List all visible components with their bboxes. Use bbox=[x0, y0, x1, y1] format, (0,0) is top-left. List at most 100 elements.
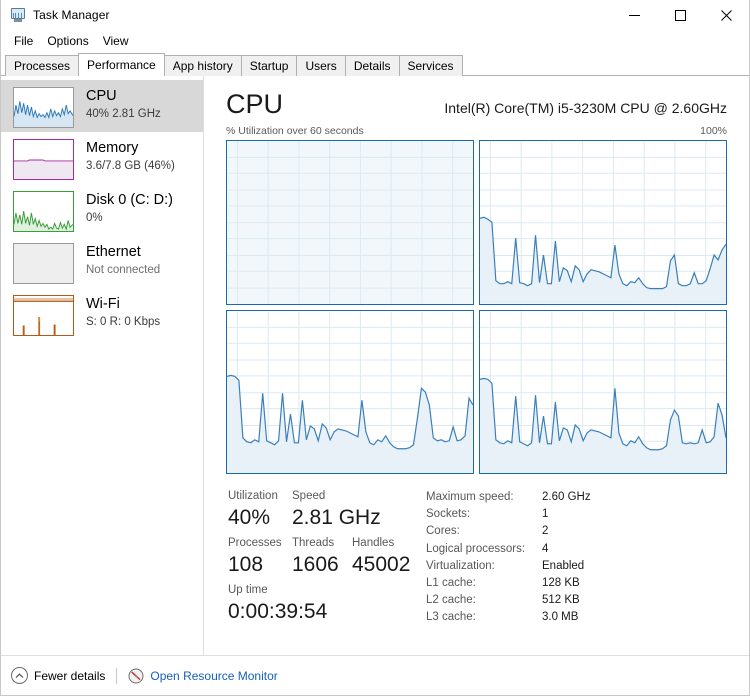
sidebar-item-ethernet[interactable]: Ethernet Not connected bbox=[1, 236, 203, 288]
minimize-button[interactable] bbox=[611, 0, 657, 30]
tab-services[interactable]: Services bbox=[398, 55, 463, 76]
cpu-detail-panel: CPU Intel(R) Core(TM) i5-3230M CPU @ 2.6… bbox=[204, 76, 749, 655]
processes-stat: Processes 108 bbox=[228, 535, 292, 578]
sidebar-item-label: Memory bbox=[86, 140, 139, 156]
processes-value: 108 bbox=[228, 553, 264, 576]
main-body: CPU 40% 2.81 GHz Memory 3.6/7.8 GB (46%) bbox=[1, 76, 749, 655]
wifi-thumbnail-icon bbox=[13, 295, 74, 336]
spec-row: Virtualization: Enabled bbox=[426, 558, 727, 575]
open-resource-monitor-label: Open Resource Monitor bbox=[150, 668, 278, 683]
resource-sidebar: CPU 40% 2.81 GHz Memory 3.6/7.8 GB (46%) bbox=[1, 76, 204, 655]
uptime-value: 0:00:39:54 bbox=[228, 600, 328, 623]
cpu-specs-list: Maximum speed: 2.60 GHz Sockets: 1 Cores… bbox=[414, 488, 727, 627]
statusbar: Fewer details Open Resource Monitor bbox=[1, 655, 749, 695]
sidebar-item-sublabel: 40% 2.81 GHz bbox=[86, 108, 161, 120]
spec-key: L1 cache: bbox=[426, 577, 476, 590]
sidebar-wifi-text: Wi-Fi S: 0 R: 0 Kbps bbox=[86, 294, 160, 330]
resource-monitor-icon bbox=[128, 668, 144, 684]
sidebar-item-sublabel: 3.6/7.8 GB (46%) bbox=[86, 160, 175, 172]
spec-key: Maximum speed: bbox=[426, 491, 514, 503]
tabstrip: Processes Performance App history Startu… bbox=[1, 52, 749, 77]
memory-thumbnail-icon bbox=[13, 139, 74, 180]
menu-item-file[interactable]: File bbox=[7, 32, 40, 51]
tab-app-history[interactable]: App history bbox=[163, 55, 242, 76]
cpu-stats-primary: Utilization 40% Speed 2.81 GHz Processes… bbox=[228, 488, 414, 627]
sidebar-item-label: Ethernet bbox=[86, 244, 141, 260]
sidebar-cpu-text: CPU 40% 2.81 GHz bbox=[86, 86, 161, 122]
spec-value: 1 bbox=[542, 508, 549, 521]
sidebar-item-sublabel: S: 0 R: 0 Kbps bbox=[86, 316, 161, 328]
spec-row: Cores: 2 bbox=[426, 523, 727, 540]
utilization-stat: Utilization 40% bbox=[228, 488, 292, 531]
cpu-graph-pane-2[interactable] bbox=[226, 309, 474, 474]
menubar: File Options View bbox=[1, 31, 749, 52]
speed-stat: Speed 2.81 GHz bbox=[292, 488, 381, 531]
menu-item-view[interactable]: View bbox=[96, 32, 136, 51]
sidebar-item-sublabel: 0% bbox=[86, 212, 103, 224]
chevron-up-icon bbox=[11, 667, 28, 684]
spec-key: Logical processors: bbox=[426, 542, 526, 555]
cpu-graph-pane-0[interactable] bbox=[226, 140, 474, 305]
graph-caption: % Utilization over 60 seconds bbox=[226, 125, 364, 137]
utilization-label: Utilization bbox=[228, 490, 278, 502]
spec-row: Logical processors: 4 bbox=[426, 541, 727, 558]
spec-value: 128 KB bbox=[542, 577, 580, 590]
sidebar-item-label: Wi-Fi bbox=[86, 296, 120, 312]
task-manager-window: Task Manager File Options View Processes… bbox=[0, 0, 750, 696]
logical-processor-graphs[interactable] bbox=[226, 140, 727, 474]
spec-key: Cores: bbox=[426, 525, 460, 538]
open-resource-monitor-link[interactable]: Open Resource Monitor bbox=[128, 668, 278, 684]
spec-value: 3.0 MB bbox=[542, 611, 579, 624]
threads-label: Threads bbox=[292, 537, 335, 549]
spec-value: 512 KB bbox=[542, 594, 580, 607]
sidebar-item-disk[interactable]: Disk 0 (C: D:) 0% bbox=[1, 184, 203, 236]
cpu-graph-pane-1[interactable] bbox=[479, 140, 727, 305]
spec-value: 4 bbox=[542, 542, 549, 555]
spec-value: 2.60 GHz bbox=[542, 491, 591, 503]
uptime-stat: Up time 0:00:39:54 bbox=[228, 582, 327, 625]
tab-processes[interactable]: Processes bbox=[5, 55, 80, 76]
spec-key: L3 cache: bbox=[426, 611, 476, 624]
spec-value: Enabled bbox=[542, 559, 585, 572]
graph-caption-row: % Utilization over 60 seconds 100% bbox=[226, 125, 727, 137]
maximize-button[interactable] bbox=[657, 0, 703, 30]
sidebar-disk-text: Disk 0 (C: D:) 0% bbox=[86, 190, 173, 226]
handles-label: Handles bbox=[352, 537, 395, 549]
fewer-details-button[interactable]: Fewer details bbox=[11, 667, 105, 684]
sidebar-item-memory[interactable]: Memory 3.6/7.8 GB (46%) bbox=[1, 132, 203, 184]
cpu-thumbnail-icon bbox=[13, 87, 74, 128]
spec-value: 2 bbox=[542, 525, 549, 538]
disk-thumbnail-icon bbox=[13, 191, 74, 232]
sidebar-memory-text: Memory 3.6/7.8 GB (46%) bbox=[86, 138, 175, 174]
spec-row: L2 cache: 512 KB bbox=[426, 592, 727, 609]
spec-key: Sockets: bbox=[426, 508, 471, 521]
spec-row: Sockets: 1 bbox=[426, 506, 727, 523]
tab-details[interactable]: Details bbox=[344, 55, 400, 76]
tab-startup[interactable]: Startup bbox=[240, 55, 298, 76]
tab-users[interactable]: Users bbox=[296, 55, 346, 76]
close-button[interactable] bbox=[703, 0, 749, 30]
spec-key: Virtualization: bbox=[426, 559, 495, 572]
cpu-header: CPU Intel(R) Core(TM) i5-3230M CPU @ 2.6… bbox=[226, 88, 727, 120]
sidebar-item-wifi[interactable]: Wi-Fi S: 0 R: 0 Kbps bbox=[1, 288, 203, 340]
task-manager-icon bbox=[10, 7, 26, 23]
speed-label: Speed bbox=[292, 490, 326, 502]
statusbar-divider bbox=[116, 667, 118, 684]
fewer-details-label: Fewer details bbox=[34, 668, 106, 683]
cpu-stats-row-3: Up time 0:00:39:54 bbox=[228, 582, 414, 625]
spec-key: L2 cache: bbox=[426, 594, 476, 607]
tab-performance[interactable]: Performance bbox=[78, 53, 165, 77]
threads-value: 1606 bbox=[292, 553, 339, 576]
window-title: Task Manager bbox=[33, 8, 110, 22]
titlebar: Task Manager bbox=[1, 0, 749, 31]
spec-row: L1 cache: 128 KB bbox=[426, 575, 727, 592]
uptime-label: Up time bbox=[228, 584, 268, 596]
sidebar-item-cpu[interactable]: CPU 40% 2.81 GHz bbox=[1, 80, 203, 132]
cpu-stats-row-1: Utilization 40% Speed 2.81 GHz bbox=[228, 488, 414, 531]
sidebar-item-label: CPU bbox=[86, 88, 117, 104]
cpu-graph-pane-3[interactable] bbox=[479, 309, 727, 474]
sidebar-item-sublabel: Not connected bbox=[86, 264, 161, 276]
utilization-value: 40% bbox=[228, 506, 271, 529]
spec-row: L3 cache: 3.0 MB bbox=[426, 609, 727, 626]
menu-item-options[interactable]: Options bbox=[40, 32, 95, 51]
